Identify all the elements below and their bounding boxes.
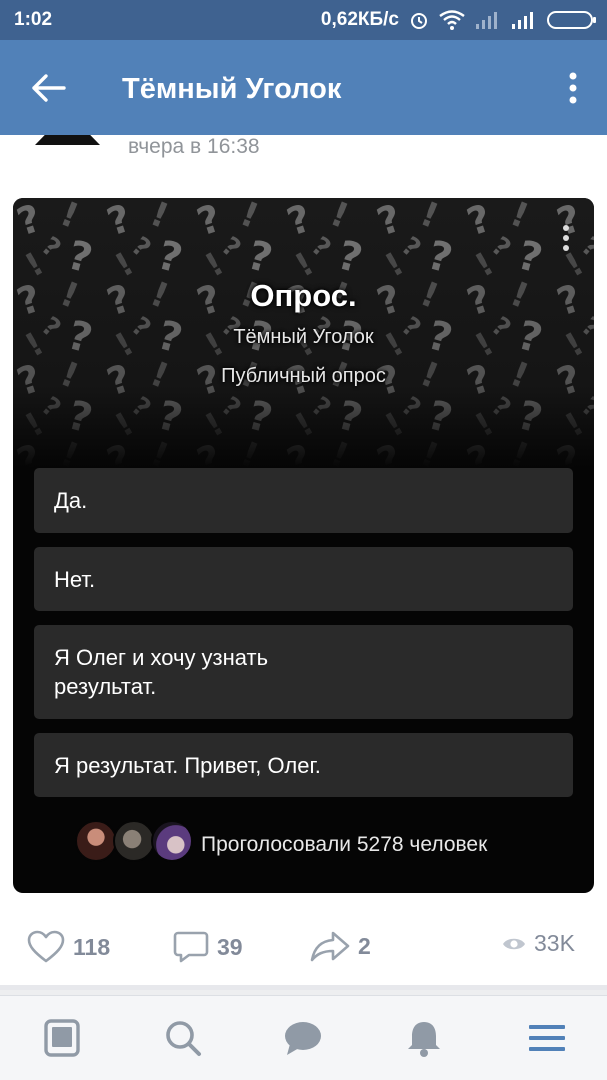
more-vertical-icon[interactable] — [563, 68, 583, 108]
post-avatar[interactable] — [35, 135, 100, 145]
voter-avatar — [75, 820, 117, 862]
shares-count: 2 — [358, 932, 371, 959]
menu-icon[interactable] — [527, 1018, 567, 1058]
poll-option-label: Я результат. Привет, Олег. — [54, 752, 321, 778]
poll-type: Публичный опрос — [221, 365, 386, 387]
messages-icon[interactable] — [283, 1018, 323, 1058]
voter-avatar — [151, 820, 193, 862]
alarm-icon — [411, 13, 427, 29]
poll-card: ? ! ? ! ? Опрос. Тёмный Уголок Публичный… — [13, 198, 594, 893]
voter-avatars[interactable] — [75, 820, 193, 864]
votes-count[interactable]: Проголосовали 5278 человек — [201, 833, 487, 857]
poll-more-icon[interactable] — [560, 223, 572, 253]
poll-option-2[interactable]: Нет. — [34, 547, 573, 611]
poll-option-3[interactable]: Я Олег и хочу узнать результат. — [34, 625, 573, 719]
post-timestamp: вчера в 16:38 — [128, 135, 260, 158]
signal-icon — [512, 12, 533, 29]
heart-icon — [27, 930, 65, 963]
post-divider — [0, 985, 607, 990]
post-feed: вчера в 16:38 ? ! ? ! ? — [0, 135, 607, 990]
network-speed: 0,62КБ/с — [320, 9, 399, 30]
status-icons: 0,62КБ/с — [320, 9, 596, 31]
signal-empty-icon — [476, 12, 497, 29]
poll-option-4[interactable]: Я результат. Привет, Олег. — [34, 733, 573, 797]
comment-icon — [173, 931, 209, 963]
views-count: 33K — [534, 930, 575, 956]
likes-count: 118 — [73, 933, 111, 960]
search-icon[interactable] — [163, 1018, 203, 1058]
share-icon — [310, 931, 350, 962]
wifi-icon — [439, 10, 465, 30]
news-icon[interactable] — [42, 1018, 82, 1058]
page-title: Тёмный Уголок — [122, 73, 342, 105]
comments-count: 39 — [217, 933, 243, 960]
poll-option-1[interactable]: Да. — [34, 468, 573, 533]
like-button[interactable]: 118 — [27, 930, 110, 964]
eye-icon — [503, 938, 525, 949]
app-bar: Тёмный Уголок — [0, 40, 607, 135]
back-arrow-icon[interactable] — [28, 70, 68, 106]
poll-option-label: Нет. — [54, 566, 96, 592]
status-bar: 1:02 0,62КБ/с — [0, 0, 607, 40]
post-actions: 118 39 2 33K — [0, 920, 607, 970]
poll-option-label: Да. — [54, 488, 88, 513]
status-time: 1:02 — [14, 9, 53, 30]
bottom-navigation — [0, 995, 607, 1080]
comment-button[interactable]: 39 — [173, 930, 243, 964]
battery-icon — [547, 11, 596, 29]
poll-option-label: Я Олег и хочу узнать результат. — [54, 645, 269, 699]
voter-avatar — [113, 820, 155, 862]
poll-title: Опрос. — [250, 278, 357, 313]
poll-author[interactable]: Тёмный Уголок — [13, 326, 594, 349]
notifications-icon[interactable] — [404, 1018, 444, 1058]
share-button[interactable]: 2 — [310, 930, 371, 962]
views-indicator: 33K — [502, 930, 575, 957]
